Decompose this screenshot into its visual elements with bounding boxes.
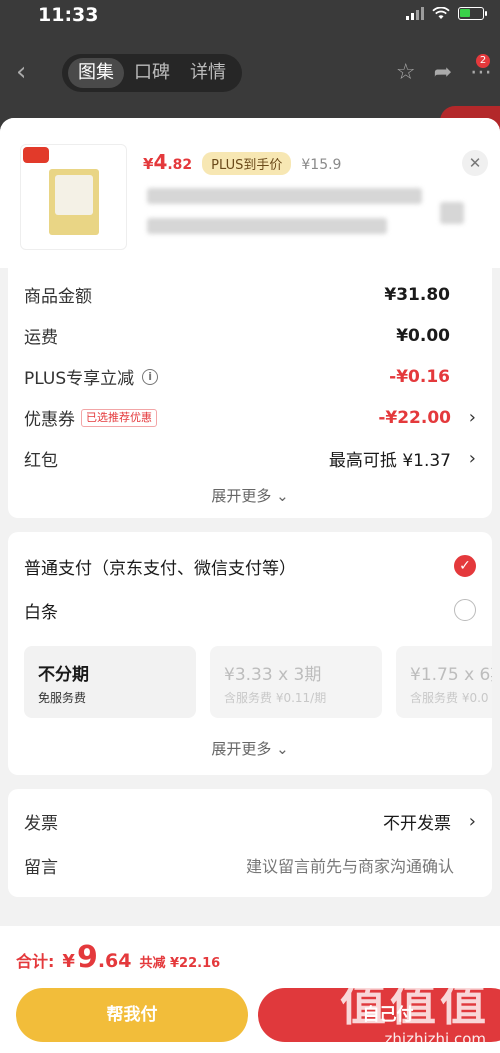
blurred-product-title [147,188,422,204]
status-icons [406,7,487,20]
radio-checked-icon[interactable]: ✓ [454,555,476,577]
plus-discount-amount: -¥0.16 [389,366,450,387]
watermark-logo: 值值值 [340,977,490,1031]
more-icon[interactable]: ⋯ 2 [470,54,492,85]
brand-logo [23,147,49,163]
expand-more-fees[interactable]: 展开更多 ⌄ [8,485,492,506]
red-packet-amount: 最高可抵 ¥1.37 [328,451,451,471]
installment-plans: 不分期 免服务费 ¥3.33 x 3期 含服务费 ¥0.11/期 ¥1.75 x… [8,646,492,718]
message-input[interactable]: 建议留言前先与商家沟通确认 [246,853,454,877]
plan-3-installments[interactable]: ¥3.33 x 3期 含服务费 ¥0.11/期 [210,646,382,718]
payment-methods: 普通支付（京东支付、微信支付等） ✓ 白条 不分期 免服务费 ¥3.33 x 3… [8,532,492,775]
blurred-spec [440,202,464,224]
total-saving: 共减 ¥22.16 [139,956,221,971]
plan-6-installments[interactable]: ¥1.75 x 6期 含服务费 ¥0.0 [396,646,492,718]
battery-icon [458,7,487,20]
original-price: ¥15.9 [301,157,342,173]
shipping-amount: ¥0.00 [396,325,450,346]
fee-breakdown: 商品金额 ¥31.80 运费 ¥0.00 PLUS专享立减 i -¥0.16 优… [8,268,492,518]
goods-amount: ¥31.80 [384,284,450,305]
product-package-image [49,169,99,235]
payment-option-baitiao[interactable]: 白条 [8,588,492,632]
checkout-sheet: ¥4.82 PLUS到手价 ¥15.9 ✕ 商品金额 ¥31.80 运费 ¥0.… [0,118,500,1053]
wifi-icon [432,7,450,20]
order-total: 合计: ¥ 9 .64 共减 ¥22.16 [16,940,221,975]
share-icon[interactable]: ➦ [434,60,452,85]
nav-icons: ☆ ➦ ⋯ 2 [396,54,492,85]
plus-price: ¥4.82 [143,150,193,174]
fee-row-red-packet[interactable]: 红包 最高可抵 ¥1.37 › [8,438,492,479]
expand-more-payment[interactable]: 展开更多 ⌄ [8,738,492,759]
status-bar: 11:33 [0,0,500,32]
back-icon[interactable]: ‹ [16,59,40,85]
close-icon[interactable]: ✕ [462,150,488,176]
invoice-section: 发票 不开发票 › 留言 建议留言前先与商家沟通确认 [8,789,492,897]
product-thumbnail [20,144,127,250]
plus-price-tag: PLUS到手价 [202,152,292,175]
fee-row-plus-discount: PLUS专享立减 i -¥0.16 [24,366,450,390]
fee-row-goods: 商品金额 ¥31.80 [24,284,450,308]
tab-details[interactable]: 详情 [180,58,236,88]
blurred-product-title-line2 [147,218,387,234]
tab-gallery[interactable]: 图集 [68,58,124,88]
payment-option-label: 普通支付（京东支付、微信支付等） [24,558,296,579]
invoice-value: 不开发票 [383,813,451,834]
coupon-amount: -¥22.00 [378,407,451,428]
watermark-url: zhizhizhi.com [384,1030,486,1048]
fee-row-shipping: 运费 ¥0.00 [24,325,450,349]
top-nav: ‹ 图集 口碑 详情 ☆ ➦ ⋯ 2 [0,52,500,96]
product-summary: ¥4.82 PLUS到手价 ¥15.9 ✕ [0,118,500,268]
chevron-right-icon: › [468,448,476,469]
chevron-right-icon: › [468,810,476,832]
radio-unchecked-icon[interactable] [454,599,476,621]
signal-icon [406,7,424,20]
chevron-right-icon: › [468,407,476,428]
fee-row-coupon[interactable]: 优惠券 已选推荐优惠 -¥22.00 › [8,397,492,438]
price-row: ¥4.82 PLUS到手价 ¥15.9 [143,150,341,175]
status-time: 11:33 [38,4,99,26]
invoice-row[interactable]: 发票 不开发票 › [8,799,492,843]
payment-option-standard[interactable]: 普通支付（京东支付、微信支付等） ✓ [8,544,492,588]
message-row[interactable]: 留言 建议留言前先与商家沟通确认 [8,843,492,887]
info-icon[interactable]: i [142,368,159,385]
star-icon[interactable]: ☆ [396,60,416,85]
tab-reviews[interactable]: 口碑 [124,58,180,88]
plan-no-installment[interactable]: 不分期 免服务费 [24,646,196,718]
coupon-recommended-tag: 已选推荐优惠 [81,408,157,427]
message-badge: 2 [476,54,490,68]
help-me-pay-button[interactable]: 帮我付 [16,988,248,1042]
payment-option-label: 白条 [24,602,58,623]
nav-tabs: 图集 口碑 详情 [62,54,242,92]
